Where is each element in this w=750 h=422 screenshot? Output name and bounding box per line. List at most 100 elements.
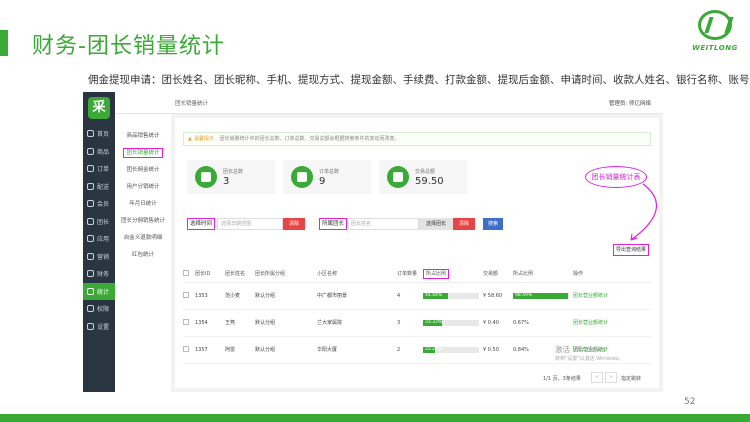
clear-date-button[interactable]: 清除: [283, 218, 305, 230]
table-row: 1354 王燕 默认分组 兰大家属院 3 33.33% ¥ 0.40 0.67% 团长营业额统计: [183, 309, 651, 337]
delivery-icon: [87, 182, 94, 190]
subnav-item[interactable]: 红包统计: [115, 247, 171, 264]
table-row: 1353 范小麦 默认分组 中广都市丽景 4 44.44% ¥ 58.60 98.49% 团长营…: [183, 282, 651, 310]
sidebar-item[interactable]: 权限: [83, 300, 115, 318]
goods-icon: [87, 147, 94, 155]
pager-info: 1/1 页，3条结果: [543, 376, 581, 382]
app-window: 采 首页 商品 订单 配送 会员 团长 应用 营销 财务 统计 权限 设置 团长销量统计 管理员: 师…: [83, 92, 663, 392]
subnav-item-label: 团长销量统计: [123, 148, 163, 158]
next-page-button[interactable]: ›: [605, 372, 617, 383]
subnav-item[interactable]: 商品销售统计: [115, 128, 171, 145]
amount-share-bar: 98.49%: [513, 292, 569, 299]
leader-id: 1353: [195, 292, 208, 299]
order-share-bar-label: 44.44%: [425, 292, 443, 298]
subnav-item[interactable]: 用户分销统计: [115, 179, 171, 196]
subnav-item-label: 商品销售统计: [126, 133, 160, 139]
subnav-item-label: 年月日统计: [129, 201, 157, 207]
sidebar-item[interactable]: 首页: [83, 125, 115, 143]
trade-amount: ¥ 0.40: [483, 319, 499, 326]
subnav-item[interactable]: 团长佣金统计: [115, 162, 171, 179]
sidebar-item[interactable]: 应用: [83, 230, 115, 248]
pagination: 1/1 页，3条结果 ‹ › 指定跳转: [535, 372, 655, 384]
choose-leader-button[interactable]: 选择团长: [419, 218, 453, 230]
subnav-item[interactable]: 自金义退款明细: [115, 230, 171, 247]
leader-filter-label: 所属团长: [319, 218, 348, 230]
sidebar-item-label: 首页: [97, 131, 110, 139]
col-header: 团长ID: [195, 266, 225, 283]
sidebar-item-label: 配送: [97, 183, 110, 191]
community-name: 中广都市丽景: [317, 293, 348, 299]
windows-watermark-sub: 转到"设置"以激活 Windows。: [555, 356, 624, 362]
prev-page-button[interactable]: ‹: [591, 372, 603, 383]
subnav-item-label: 团长佣金统计: [126, 167, 160, 173]
order-share-bar: 44.44%: [423, 292, 479, 299]
sidebar-item-label: 营销: [97, 253, 110, 261]
sidebar-item[interactable]: 营销: [83, 248, 115, 266]
leader-name: 王燕: [225, 320, 236, 326]
sidebar-item-label: 统计: [97, 288, 110, 296]
marketing-icon: [87, 252, 94, 260]
row-checkbox[interactable]: [183, 345, 189, 352]
finance-icon: [87, 270, 94, 278]
search-button[interactable]: 搜索: [483, 218, 503, 230]
leader-id: 1354: [195, 319, 208, 326]
slide-subtitle: 佣金提现申请：团长姓名、团长昵称、手机、提现方式、提现金额、手续费、打款金额、提…: [88, 74, 750, 86]
subnav-item-label: 用户分销统计: [126, 184, 160, 190]
trade-amount: ¥ 58.60: [483, 292, 503, 299]
sidebar-item-label: 权限: [97, 306, 110, 314]
subnav-item[interactable]: 团长分佣销售统计: [115, 213, 171, 230]
sidebar-item[interactable]: 商品: [83, 143, 115, 161]
row-checkbox[interactable]: [183, 291, 189, 298]
sidebar-item-label: 设置: [97, 323, 110, 331]
order-count: 3: [397, 319, 401, 326]
revenue-stats-link[interactable]: 团长营业额统计: [573, 293, 608, 299]
order-share-bar-label: 33.33%: [425, 319, 443, 325]
stat-label: 团长总数: [223, 169, 244, 175]
leader-name: 范小麦: [225, 293, 241, 299]
sidebar-item[interactable]: 会员: [83, 195, 115, 213]
subnav-item[interactable]: 年月日统计: [115, 196, 171, 213]
admin-label[interactable]: 管理员: 师亿网络: [609, 99, 651, 107]
leader-group: 默认分组: [255, 347, 276, 353]
col-header: 交易额: [483, 266, 513, 283]
col-header: 小区名称: [317, 266, 397, 283]
notice-text: 团长销量统计中的团长总数、订单总数、交易总额会根据搜索条件的变动而改变。: [219, 136, 400, 142]
sidebar-item[interactable]: 配送: [83, 178, 115, 196]
clear-leader-button[interactable]: 清除: [453, 218, 475, 230]
leader-name-input[interactable]: 团长姓名: [347, 218, 419, 230]
leader-id: 1357: [195, 346, 208, 353]
app-icon: [87, 235, 94, 243]
export-results-button[interactable]: 导出查询结果: [613, 244, 650, 256]
revenue-stats-link[interactable]: 团长营业额统计: [573, 320, 608, 326]
sidebar-item[interactable]: 订单: [83, 160, 115, 178]
subnav-item-label: 红包统计: [131, 252, 154, 258]
select-all-checkbox[interactable]: [183, 269, 189, 276]
amount-share-text: 0.67%: [513, 319, 529, 326]
subnav-item[interactable]: 团长销量统计: [115, 145, 171, 162]
sidebar: 采 首页 商品 订单 配送 会员 团长 应用 营销 财务 统计 权限 设置: [83, 92, 115, 392]
stat-value: 9: [319, 176, 326, 187]
money-icon: [387, 166, 409, 188]
order-icon: [291, 166, 313, 188]
leader-icon: [87, 217, 94, 225]
order-icon: [87, 165, 94, 173]
row-checkbox[interactable]: [183, 318, 189, 325]
col-header: 所占比例: [513, 266, 573, 283]
sidebar-item-label: 应用: [97, 236, 110, 244]
slide-bottom-bar: [0, 414, 750, 422]
sidebar-item[interactable]: 财务: [83, 265, 115, 283]
order-count: 2: [397, 346, 401, 353]
main-panel: 温馨提示 团长销量统计中的团长总数、订单总数、交易总额会根据搜索条件的变动而改变…: [175, 118, 659, 388]
leader-group: 默认分组: [255, 293, 276, 299]
sidebar-item[interactable]: 设置: [83, 318, 115, 336]
date-range-input[interactable]: 选择日期范围: [217, 218, 283, 230]
jump-page-button[interactable]: 指定跳转: [621, 375, 641, 382]
slide-accent-bar: [0, 30, 8, 56]
windows-watermark: 激活 Windows: [555, 345, 606, 354]
stat-label: 订单总数: [319, 169, 340, 175]
sidebar-item[interactable]: 团长: [83, 213, 115, 231]
col-header: 订单数量: [397, 266, 423, 283]
sidebar-item[interactable]: 统计: [83, 282, 115, 300]
community-name: 兰大家属院: [317, 320, 343, 326]
leader-name: 阿雷: [225, 347, 236, 353]
